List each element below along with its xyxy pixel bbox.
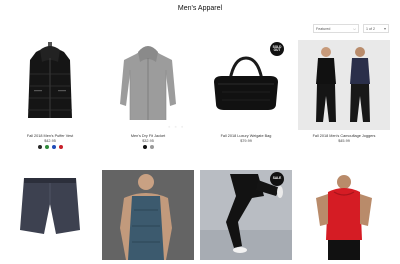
product-name[interactable]: Fall 2018 Men's Camouflage Joggers (298, 134, 390, 138)
color-swatches (4, 145, 96, 149)
product-card[interactable]: Men's Dry Fit Jacket $32.95 (102, 40, 194, 150)
swatch-green[interactable] (44, 145, 49, 149)
product-image-camouflage-joggers[interactable] (298, 40, 390, 130)
product-image-dry-fit-jacket[interactable] (102, 40, 194, 130)
product-image-puffer-vest[interactable] (4, 40, 96, 130)
background-watermark: ▪ ▪ ▪ (168, 124, 185, 131)
product-name[interactable]: Men's Dry Fit Jacket (102, 134, 194, 138)
product-image-tank-top[interactable] (102, 170, 194, 260)
product-price: $32.95 (142, 139, 154, 143)
chevron-down-icon: ⌵ (352, 26, 356, 31)
product-name[interactable]: Fall 2018 Luxury Weigate Bag (200, 134, 292, 138)
swatch-grey[interactable] (149, 145, 154, 149)
product-price: $45.99 (338, 139, 350, 143)
page-title: Men's Apparel (177, 5, 223, 12)
product-card[interactable]: SOLD OUT Fall 2018 Luxury Weigate Bag $7… (200, 40, 292, 150)
sort-select-value: Featured (316, 26, 331, 31)
product-name[interactable]: Fall 2018 Men's Puffer Vest (4, 134, 96, 138)
product-card[interactable]: SALE (200, 170, 292, 260)
swatch-red[interactable] (58, 145, 63, 149)
caret-down-icon: ▾ (383, 26, 386, 31)
swatch-black[interactable] (37, 145, 42, 149)
sale-badge: SALE (270, 172, 284, 186)
sold-out-badge: SOLD OUT (270, 42, 284, 56)
product-price: $79.99 (240, 139, 252, 143)
swatch-blue[interactable] (51, 145, 56, 149)
product-card[interactable] (102, 170, 194, 260)
product-card[interactable]: Fall 2018 Men's Puffer Vest $42.95 (4, 40, 96, 150)
page-select[interactable]: 1 of 2 ▾ (363, 24, 389, 33)
product-card[interactable] (4, 170, 96, 260)
sort-select[interactable]: Featured ⌵ (313, 24, 359, 33)
product-image-shorts[interactable] (4, 170, 96, 260)
color-swatches (102, 145, 194, 149)
product-card[interactable] (298, 170, 390, 260)
product-price: $42.95 (44, 139, 56, 143)
page-select-value: 1 of 2 (366, 26, 375, 31)
product-image-red-hoodie[interactable] (298, 170, 390, 260)
product-card[interactable]: Fall 2018 Men's Camouflage Joggers $45.9… (298, 40, 390, 150)
swatch-black[interactable] (142, 145, 147, 149)
